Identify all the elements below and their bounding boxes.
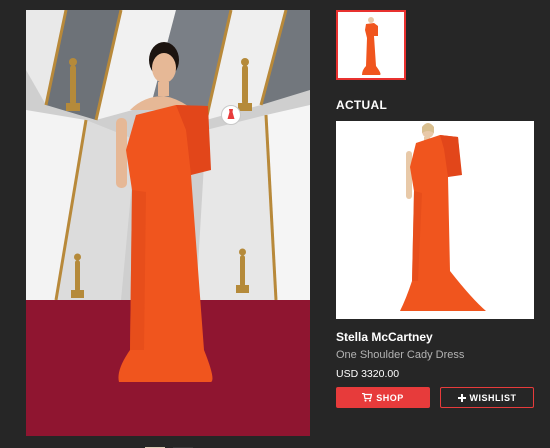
photo-thumbnails[interactable] — [145, 441, 193, 448]
dress-thumbnail — [338, 12, 404, 78]
main-photo — [26, 10, 310, 436]
section-heading: ACTUAL — [336, 98, 388, 112]
wishlist-button-label: WISHLIST — [469, 392, 517, 403]
dress-tag-button[interactable] — [221, 105, 241, 125]
product-image[interactable] — [336, 121, 534, 319]
cart-icon — [362, 393, 373, 402]
shop-button-label: SHOP — [376, 392, 404, 403]
plus-icon — [457, 393, 466, 402]
red-carpet-scene — [26, 10, 310, 436]
product-thumbnail-selected[interactable] — [336, 10, 406, 80]
product-price: USD 3320.00 — [336, 368, 400, 380]
dress-icon — [227, 109, 235, 119]
dress-product-photo — [336, 121, 534, 319]
product-brand: Stella McCartney — [336, 330, 433, 344]
shop-button[interactable]: SHOP — [336, 387, 430, 408]
product-name: One Shoulder Cady Dress — [336, 349, 465, 361]
wishlist-button[interactable]: WISHLIST — [440, 387, 534, 408]
